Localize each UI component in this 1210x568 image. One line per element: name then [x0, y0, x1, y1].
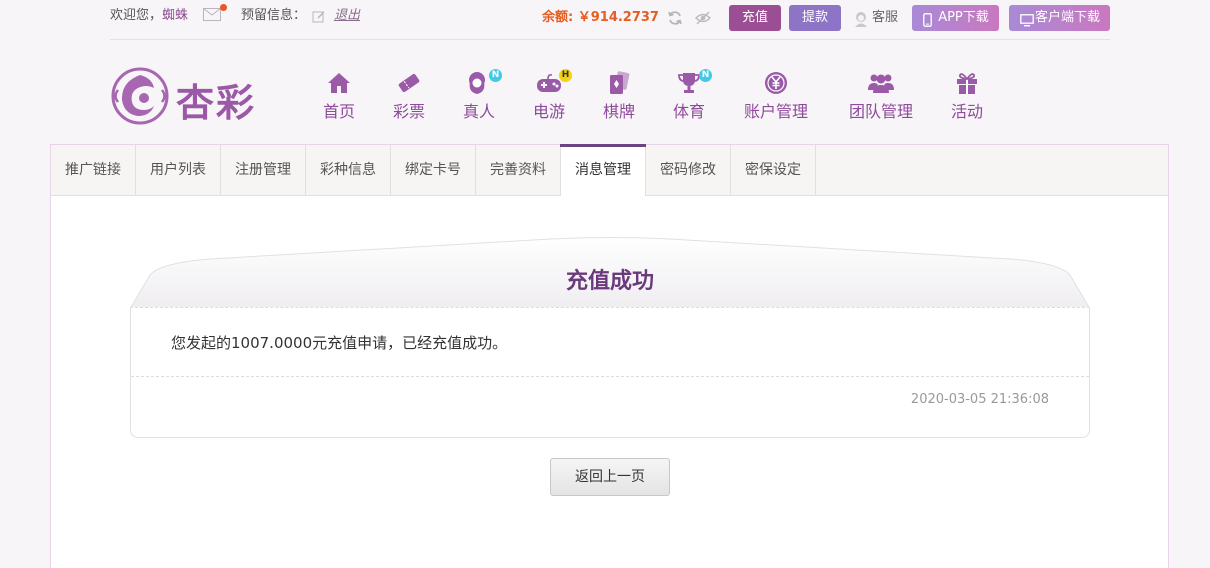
- nav-label: 活动: [950, 102, 983, 121]
- top-bar: 欢迎您，蜘蛛 预留信息： 退出 余额: ￥914.2737 充值 提款 客服 A…: [110, 0, 1110, 40]
- tab-change-password[interactable]: 密码修改: [646, 145, 731, 195]
- new-badge: N: [489, 69, 502, 82]
- message-card: 充值成功 您发起的1007.0000元充值申请，已经充值成功。 2020-03-…: [130, 237, 1090, 438]
- message-body: 您发起的1007.0000元充值申请，已经充值成功。 2020-03-05 21…: [130, 307, 1090, 438]
- tab-promo-link[interactable]: 推广链接: [51, 145, 136, 195]
- welcome-label: 欢迎您，: [110, 8, 163, 23]
- nav-electronic-games[interactable]: H 电游: [530, 69, 572, 122]
- edit-icon[interactable]: [312, 9, 326, 28]
- team-icon: [845, 70, 917, 96]
- client-download-label: 客户端下载: [1034, 10, 1100, 25]
- hot-badge: H: [559, 69, 572, 82]
- welcome-text: 欢迎您，蜘蛛: [110, 0, 188, 34]
- tab-bind-card[interactable]: 绑定卡号: [391, 145, 476, 195]
- logo-text: 杏彩: [176, 81, 257, 125]
- nav-card-games[interactable]: 棋牌: [600, 70, 638, 122]
- app-download-label: APP下载: [938, 10, 989, 25]
- tab-user-list[interactable]: 用户列表: [136, 145, 221, 195]
- nav-home[interactable]: 首页: [320, 70, 358, 122]
- tab-security-settings[interactable]: 密保设定: [731, 145, 816, 195]
- nav-sports[interactable]: N 体育: [670, 69, 712, 122]
- yen-coin-icon: [740, 70, 812, 96]
- nav-live[interactable]: N 真人: [460, 69, 502, 122]
- new-badge: N: [699, 69, 712, 82]
- nav-promotions[interactable]: 活动: [948, 70, 986, 122]
- tab-lottery-info[interactable]: 彩种信息: [306, 145, 391, 195]
- tab-complete-profile[interactable]: 完善资料: [476, 145, 561, 195]
- client-download-button[interactable]: 客户端下载: [1009, 5, 1110, 31]
- unread-dot: [220, 4, 227, 11]
- nav-label: 体育: [672, 102, 705, 121]
- username[interactable]: 蜘蛛: [162, 8, 188, 23]
- content-panel: 推广链接 用户列表 注册管理 彩种信息 绑定卡号 完善资料 消息管理 密码修改 …: [50, 144, 1169, 568]
- back-button[interactable]: 返回上一页: [550, 458, 670, 496]
- nav-label: 首页: [322, 102, 355, 121]
- nav-team-management[interactable]: 团队管理: [845, 70, 917, 122]
- balance-display: 余额: ￥914.2737: [542, 10, 659, 25]
- nav-lottery[interactable]: 彩票: [390, 70, 428, 122]
- nav-label: 彩票: [392, 102, 425, 121]
- nav-label: 棋牌: [602, 102, 635, 121]
- logo-mark-icon: [111, 67, 169, 125]
- message-timestamp: 2020-03-05 21:36:08: [910, 392, 1049, 407]
- message-text: 您发起的1007.0000元充值申请，已经充值成功。: [171, 334, 508, 352]
- refresh-icon[interactable]: [667, 10, 683, 30]
- divider: [131, 376, 1089, 377]
- withdraw-button[interactable]: 提款: [789, 5, 841, 31]
- nav-label: 团队管理: [848, 102, 913, 121]
- reserved-info-label: 预留信息：: [241, 8, 307, 23]
- monitor-icon: [1020, 11, 1034, 37]
- home-icon: [320, 70, 358, 96]
- nav-label: 真人: [462, 102, 495, 121]
- tab-registration[interactable]: 注册管理: [221, 145, 306, 195]
- nav-label: 电游: [532, 102, 565, 121]
- nav-account-management[interactable]: 账户管理: [740, 70, 812, 122]
- trophy-icon: N: [670, 69, 712, 96]
- ticket-icon: [390, 70, 428, 96]
- logout-link[interactable]: 退出: [334, 0, 360, 34]
- site-logo[interactable]: 杏彩: [110, 66, 262, 125]
- live-dealer-icon: N: [460, 69, 502, 96]
- message-title: 充值成功: [565, 269, 654, 294]
- tab-bar: 推广链接 用户列表 注册管理 彩种信息 绑定卡号 完善资料 消息管理 密码修改 …: [51, 144, 1168, 196]
- recharge-button[interactable]: 充值: [729, 5, 781, 31]
- nav-label: 账户管理: [743, 102, 808, 121]
- phone-icon: [923, 11, 932, 37]
- service-link[interactable]: 客服: [854, 2, 898, 36]
- cards-icon: [600, 70, 638, 96]
- hide-balance-icon[interactable]: [694, 10, 712, 30]
- tab-messages[interactable]: 消息管理: [560, 144, 646, 196]
- app-download-button[interactable]: APP下载: [912, 5, 999, 31]
- mail-icon[interactable]: [203, 4, 227, 22]
- gift-icon: [948, 70, 986, 96]
- gamepad-icon: H: [530, 69, 572, 96]
